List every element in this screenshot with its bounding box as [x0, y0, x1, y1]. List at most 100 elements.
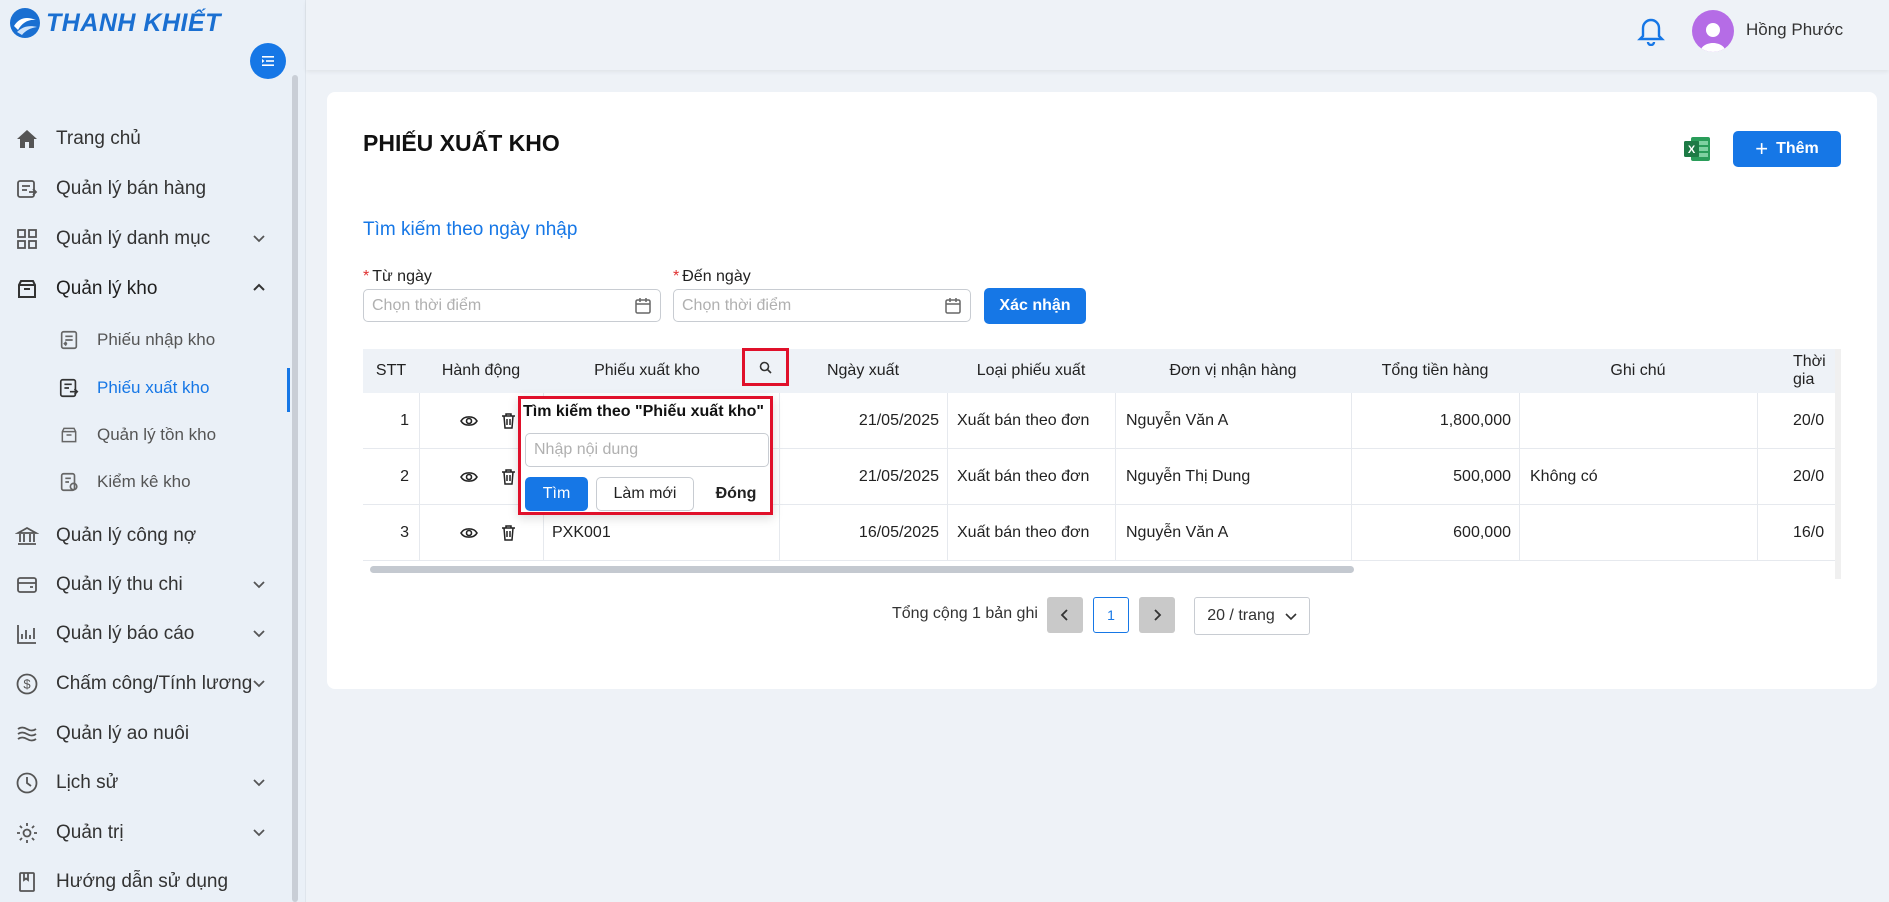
view-eye-icon[interactable]	[460, 449, 478, 504]
cell-time: 20/0	[1793, 467, 1825, 485]
popup-search-button[interactable]: Tìm	[525, 477, 588, 511]
delete-trash-icon[interactable]	[501, 505, 516, 560]
page-size-select[interactable]: 20 / trang	[1194, 597, 1310, 635]
export-icon	[56, 375, 82, 401]
delete-trash-icon[interactable]	[501, 393, 516, 448]
chevron-left-icon	[1060, 609, 1068, 621]
confirm-button[interactable]: Xác nhận	[984, 288, 1086, 324]
sidebar-item-kho[interactable]: Quản lý kho	[0, 269, 290, 309]
cell-receiver: Nguyễn Văn A	[1126, 523, 1229, 541]
chevron-right-icon	[1154, 609, 1162, 621]
view-eye-icon[interactable]	[460, 393, 478, 448]
col-stt: STT	[375, 362, 407, 379]
svg-text:$: $	[23, 677, 31, 692]
excel-export-icon[interactable]: X	[1683, 136, 1711, 167]
prev-page-button[interactable]	[1047, 597, 1083, 633]
checklist-icon	[56, 469, 82, 495]
sidebar-item-ao-nuoi[interactable]: Quản lý ao nuôi	[0, 714, 290, 754]
sidebar-item-cham-cong[interactable]: $ Chấm công/Tính lương	[0, 664, 290, 704]
cell-total: 600,000	[1453, 523, 1511, 541]
calendar-icon	[944, 297, 962, 320]
calendar-icon	[634, 297, 652, 320]
chevron-down-icon	[252, 231, 266, 248]
sidebar-item-label: Phiếu nhập kho	[97, 330, 216, 349]
sidebar-scrollbar[interactable]	[292, 75, 298, 902]
sidebar-item-label: Hướng dẫn sử dụng	[56, 871, 229, 892]
from-date-picker[interactable]: Chọn thời điểm	[363, 289, 661, 322]
sales-icon	[14, 176, 40, 202]
column-search-button[interactable]	[742, 348, 789, 386]
sidebar-item-ton-kho[interactable]: Quản lý tồn kho	[0, 415, 290, 455]
col-thoi-gian[interactable]: Thời gia	[1757, 349, 1841, 393]
plus-icon: +	[1755, 136, 1769, 161]
sidebar-item-label: Quản lý kho	[56, 278, 158, 299]
cell-stt: 1	[400, 411, 409, 429]
dollar-icon: $	[14, 671, 40, 697]
sidebar-item-kiem-ke-kho[interactable]: Kiểm kê kho	[0, 462, 290, 502]
inbox-icon	[56, 422, 82, 448]
sidebar-item-label: Quản lý báo cáo	[56, 623, 195, 644]
user-icon	[1700, 23, 1726, 52]
table-vertical-scrollbar[interactable]	[1835, 349, 1841, 579]
date-search-title: Tìm kiếm theo ngày nhập	[363, 219, 578, 240]
col-tong-tien-hang[interactable]: Tổng tiền hàng	[1351, 349, 1519, 393]
sidebar-item-lich-su[interactable]: Lịch sử	[0, 763, 290, 803]
chevron-down-icon	[252, 775, 266, 792]
user-name[interactable]: Hồng Phước	[1746, 20, 1843, 40]
delete-trash-icon[interactable]	[501, 449, 516, 504]
sidebar-item-label: Quản lý ao nuôi	[56, 723, 190, 744]
sidebar-item-phieu-xuat-kho[interactable]: Phiếu xuất kho	[0, 368, 290, 412]
home-icon	[14, 126, 40, 152]
add-button-label: Thêm	[1776, 140, 1819, 157]
sidebar-item-label: Quản lý thu chi	[56, 574, 183, 595]
brand-logo[interactable]: THANH KHIẾT	[8, 6, 221, 40]
page-button-1[interactable]: 1	[1093, 597, 1129, 633]
column-search-input[interactable]: Nhập nội dung	[525, 433, 769, 467]
sidebar-item-cong-no[interactable]: Quản lý công nợ	[0, 516, 290, 556]
next-page-button[interactable]	[1139, 597, 1175, 633]
cell-time: 20/0	[1793, 411, 1825, 429]
book-icon	[14, 869, 40, 895]
page-title: PHIẾU XUẤT KHO	[363, 130, 560, 156]
clock-icon	[14, 770, 40, 796]
sidebar-item-quan-tri[interactable]: Quản trị	[0, 813, 290, 853]
view-eye-icon[interactable]	[460, 505, 478, 560]
sidebar-item-phieu-nhap-kho[interactable]: Phiếu nhập kho	[0, 320, 290, 360]
table-horizontal-scrollbar[interactable]	[370, 566, 1354, 573]
from-date-placeholder: Chọn thời điểm	[372, 296, 482, 314]
col-loai-phieu-xuat[interactable]: Loại phiếu xuất	[947, 349, 1115, 393]
sidebar-item-huong-dan[interactable]: Hướng dẫn sử dụng	[0, 862, 290, 902]
popup-close-button[interactable]: Đóng	[701, 477, 771, 511]
chevron-down-icon	[252, 626, 266, 643]
popup-title: Tìm kiếm theo "Phiếu xuất kho"	[523, 403, 764, 420]
popup-reset-button[interactable]: Làm mới	[596, 477, 694, 511]
sidebar-item-bao-cao[interactable]: Quản lý báo cáo	[0, 614, 290, 654]
sidebar-item-trang-chu[interactable]: Trang chủ	[0, 119, 290, 159]
wallet-icon	[14, 572, 40, 598]
cell-note: Không có	[1530, 467, 1598, 485]
brand-name: THANH KHIẾT	[46, 8, 221, 37]
sidebar-item-thu-chi[interactable]: Quản lý thu chi	[0, 565, 290, 605]
add-button[interactable]: + Thêm	[1733, 131, 1841, 167]
collapse-sidebar-button[interactable]	[250, 43, 286, 79]
import-icon	[56, 327, 82, 353]
search-icon	[759, 361, 772, 374]
bank-icon	[14, 523, 40, 549]
col-phieu-xuat-kho[interactable]: Phiếu xuất kho	[543, 349, 751, 393]
sidebar-item-ban-hang[interactable]: Quản lý bán hàng	[0, 169, 290, 209]
avatar[interactable]	[1692, 10, 1734, 52]
sidebar-item-label: Lịch sử	[56, 772, 119, 793]
col-ngay-xuat[interactable]: Ngày xuất	[779, 349, 947, 393]
cell-date: 21/05/2025	[858, 411, 939, 429]
notification-bell-icon[interactable]	[1636, 14, 1666, 51]
total-records: Tổng cộng 1 bản ghi	[892, 605, 1038, 622]
menu-fold-icon	[262, 56, 274, 66]
col-don-vi-nhan-hang[interactable]: Đơn vị nhận hàng	[1115, 349, 1351, 393]
cell-stt: 3	[400, 523, 409, 541]
chevron-down-icon	[252, 825, 266, 842]
sidebar-item-danh-muc[interactable]: Quản lý danh mục	[0, 219, 290, 259]
col-ghi-chu[interactable]: Ghi chú	[1519, 349, 1757, 393]
sidebar-item-label: Quản lý công nợ	[56, 525, 197, 546]
to-date-picker[interactable]: Chọn thời điểm	[673, 289, 971, 322]
sidebar-item-label: Quản trị	[56, 822, 124, 843]
